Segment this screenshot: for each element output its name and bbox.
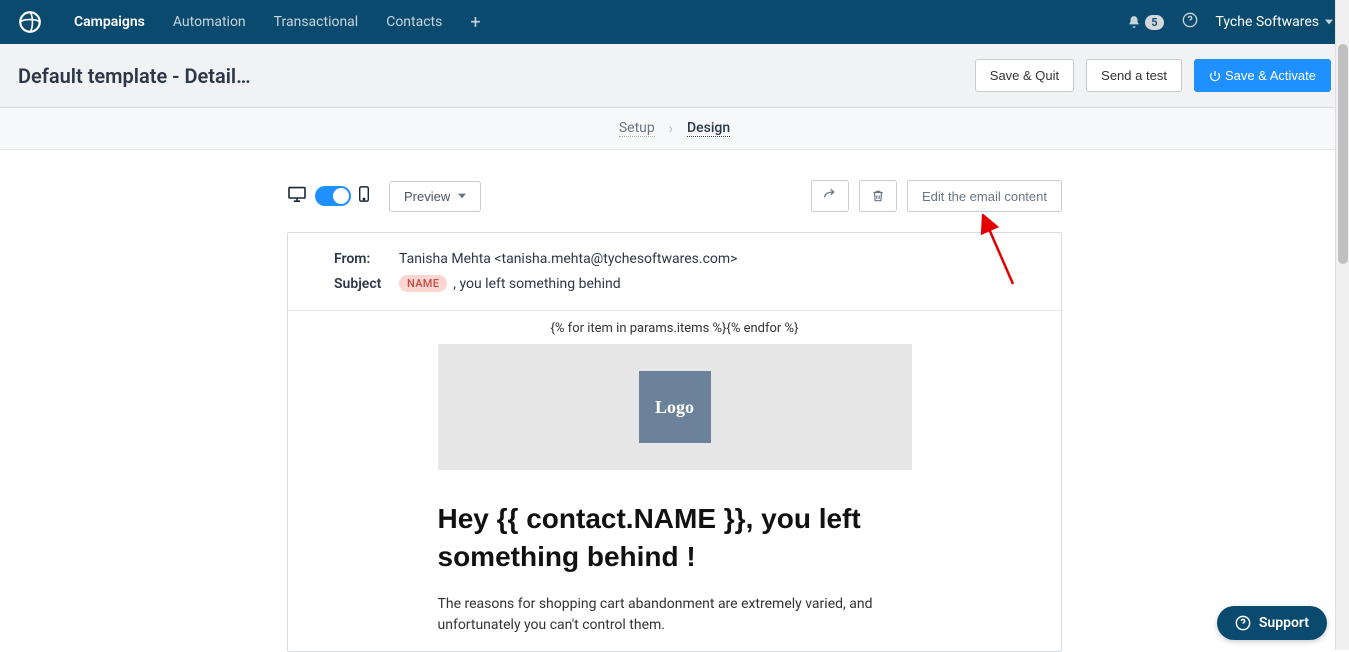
trash-icon bbox=[871, 188, 885, 204]
subject-name-chip: NAME bbox=[399, 275, 447, 292]
from-label: From: bbox=[334, 251, 389, 267]
account-menu[interactable]: Tyche Softwares bbox=[1216, 14, 1333, 30]
save-activate-button[interactable]: Save & Activate bbox=[1194, 59, 1331, 92]
save-quit-button[interactable]: Save & Quit bbox=[975, 59, 1074, 92]
main-content: Preview Edit the email content From: Tan… bbox=[0, 150, 1349, 652]
notifications[interactable]: 5 bbox=[1127, 15, 1163, 30]
help-icon[interactable] bbox=[1182, 12, 1198, 32]
email-preview: From: Tanisha Mehta <tanisha.mehta@tyche… bbox=[287, 232, 1062, 652]
support-button[interactable]: Support bbox=[1217, 606, 1327, 640]
brand-logo[interactable] bbox=[16, 8, 44, 36]
top-nav-left: Campaigns Automation Transactional Conta… bbox=[16, 0, 495, 44]
send-test-button[interactable]: Send a test bbox=[1086, 59, 1182, 92]
email-body: {% for item in params.items %}{% endfor … bbox=[288, 311, 1061, 651]
breadcrumb: Setup › Design bbox=[0, 108, 1349, 150]
bell-icon bbox=[1127, 15, 1141, 29]
caret-down-icon bbox=[458, 193, 466, 199]
logo-block: Logo bbox=[438, 344, 912, 470]
nav-transactional[interactable]: Transactional bbox=[260, 0, 373, 44]
top-nav-right: 5 Tyche Softwares bbox=[1127, 12, 1333, 32]
email-paragraph-1: The reasons for shopping cart abandonmen… bbox=[438, 594, 912, 636]
delete-button[interactable] bbox=[859, 180, 897, 212]
share-icon bbox=[822, 188, 838, 204]
notifications-badge: 5 bbox=[1145, 15, 1163, 30]
share-button[interactable] bbox=[811, 180, 849, 212]
edit-content-button[interactable]: Edit the email content bbox=[907, 180, 1062, 212]
account-name: Tyche Softwares bbox=[1216, 14, 1319, 30]
design-toolbar: Preview Edit the email content bbox=[287, 180, 1062, 212]
top-nav: Campaigns Automation Transactional Conta… bbox=[0, 0, 1349, 44]
chevron-right-icon: › bbox=[669, 121, 673, 137]
nav-contacts[interactable]: Contacts bbox=[372, 0, 456, 44]
nav-automation[interactable]: Automation bbox=[159, 0, 260, 44]
power-icon bbox=[1209, 70, 1221, 82]
email-heading: Hey {{ contact.NAME }}, you left somethi… bbox=[438, 500, 912, 576]
toolbar-right: Edit the email content bbox=[811, 180, 1062, 212]
desktop-icon[interactable] bbox=[287, 186, 307, 206]
page-title: Default template - Detaile… bbox=[18, 64, 258, 88]
nav-campaigns[interactable]: Campaigns bbox=[60, 0, 159, 44]
nav-add[interactable]: + bbox=[456, 12, 494, 33]
device-switch[interactable] bbox=[315, 186, 351, 206]
subject-rest: , you left something behind bbox=[453, 276, 620, 292]
scrollbar-thumb[interactable] bbox=[1338, 44, 1348, 264]
email-meta: From: Tanisha Mehta <tanisha.mehta@tyche… bbox=[288, 233, 1061, 311]
caret-down-icon bbox=[1325, 18, 1333, 26]
from-value: Tanisha Mehta <tanisha.mehta@tychesoftwa… bbox=[399, 251, 738, 267]
page-header: Default template - Detaile… Save & Quit … bbox=[0, 44, 1349, 108]
device-toggle bbox=[287, 186, 369, 206]
logo-placeholder: Logo bbox=[639, 371, 711, 443]
preview-button[interactable]: Preview bbox=[389, 181, 481, 212]
breadcrumb-setup[interactable]: Setup bbox=[619, 120, 655, 137]
email-body-scroll[interactable]: {% for item in params.items %}{% endfor … bbox=[288, 311, 1061, 651]
help-icon bbox=[1235, 615, 1251, 631]
breadcrumb-design[interactable]: Design bbox=[687, 120, 730, 137]
mobile-icon[interactable] bbox=[359, 186, 369, 206]
subject-label: Subject bbox=[334, 276, 389, 292]
header-actions: Save & Quit Send a test Save & Activate bbox=[975, 59, 1331, 92]
template-loop-code: {% for item in params.items %}{% endfor … bbox=[288, 311, 1061, 336]
page-scrollbar[interactable] bbox=[1335, 0, 1349, 650]
